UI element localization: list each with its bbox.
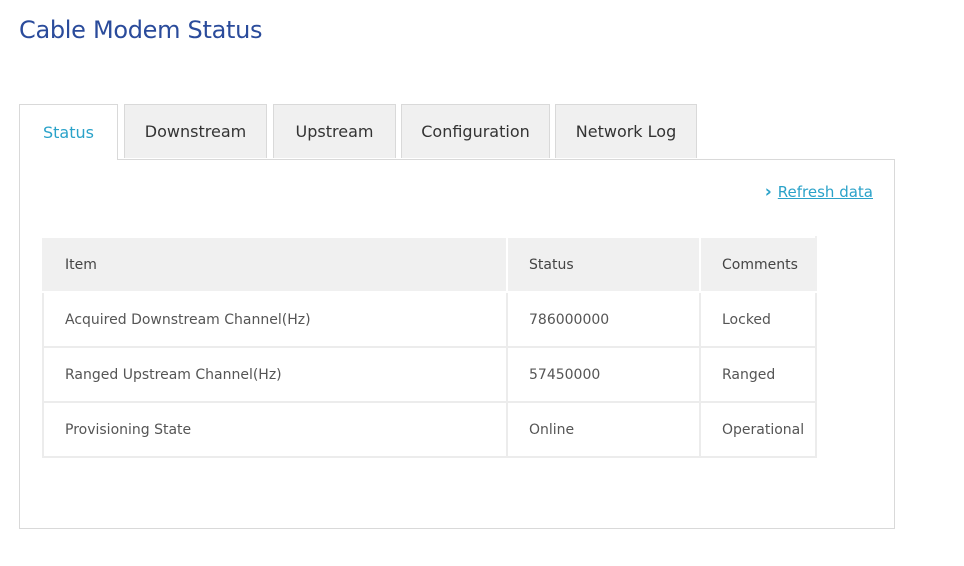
tab-upstream[interactable]: Upstream	[273, 104, 396, 158]
column-header-status: Status	[506, 236, 701, 293]
table-cell-item: Acquired Downstream Channel(Hz)	[42, 291, 508, 348]
table-row: Ranged Upstream Channel(Hz) 57450000 Ran…	[42, 346, 817, 403]
refresh-data-label[interactable]: Refresh data	[778, 183, 873, 201]
tab-downstream[interactable]: Downstream	[124, 104, 267, 158]
tab-network-log[interactable]: Network Log	[555, 104, 697, 158]
table-cell-status: 786000000	[506, 291, 701, 348]
table-cell-comments: Ranged	[699, 346, 817, 403]
column-header-item: Item	[42, 236, 508, 293]
status-panel: › Refresh data Item Status Comments Acqu…	[19, 159, 895, 529]
table-cell-status: 57450000	[506, 346, 701, 403]
table-header-row: Item Status Comments	[42, 236, 817, 293]
column-header-comments: Comments	[699, 236, 817, 293]
table-cell-comments: Locked	[699, 291, 817, 348]
table-cell-status: Online	[506, 401, 701, 458]
tab-configuration[interactable]: Configuration	[401, 104, 550, 158]
chevron-right-icon: ›	[764, 181, 772, 202]
table-cell-item: Provisioning State	[42, 401, 508, 458]
table-cell-comments: Operational	[699, 401, 817, 458]
table-row: Acquired Downstream Channel(Hz) 78600000…	[42, 291, 817, 348]
refresh-data-link[interactable]: › Refresh data	[765, 183, 873, 201]
page-title: Cable Modem Status	[19, 16, 263, 44]
status-table: Item Status Comments Acquired Downstream…	[42, 236, 817, 458]
tab-status[interactable]: Status	[19, 104, 118, 160]
table-row: Provisioning State Online Operational	[42, 401, 817, 458]
table-cell-item: Ranged Upstream Channel(Hz)	[42, 346, 508, 403]
